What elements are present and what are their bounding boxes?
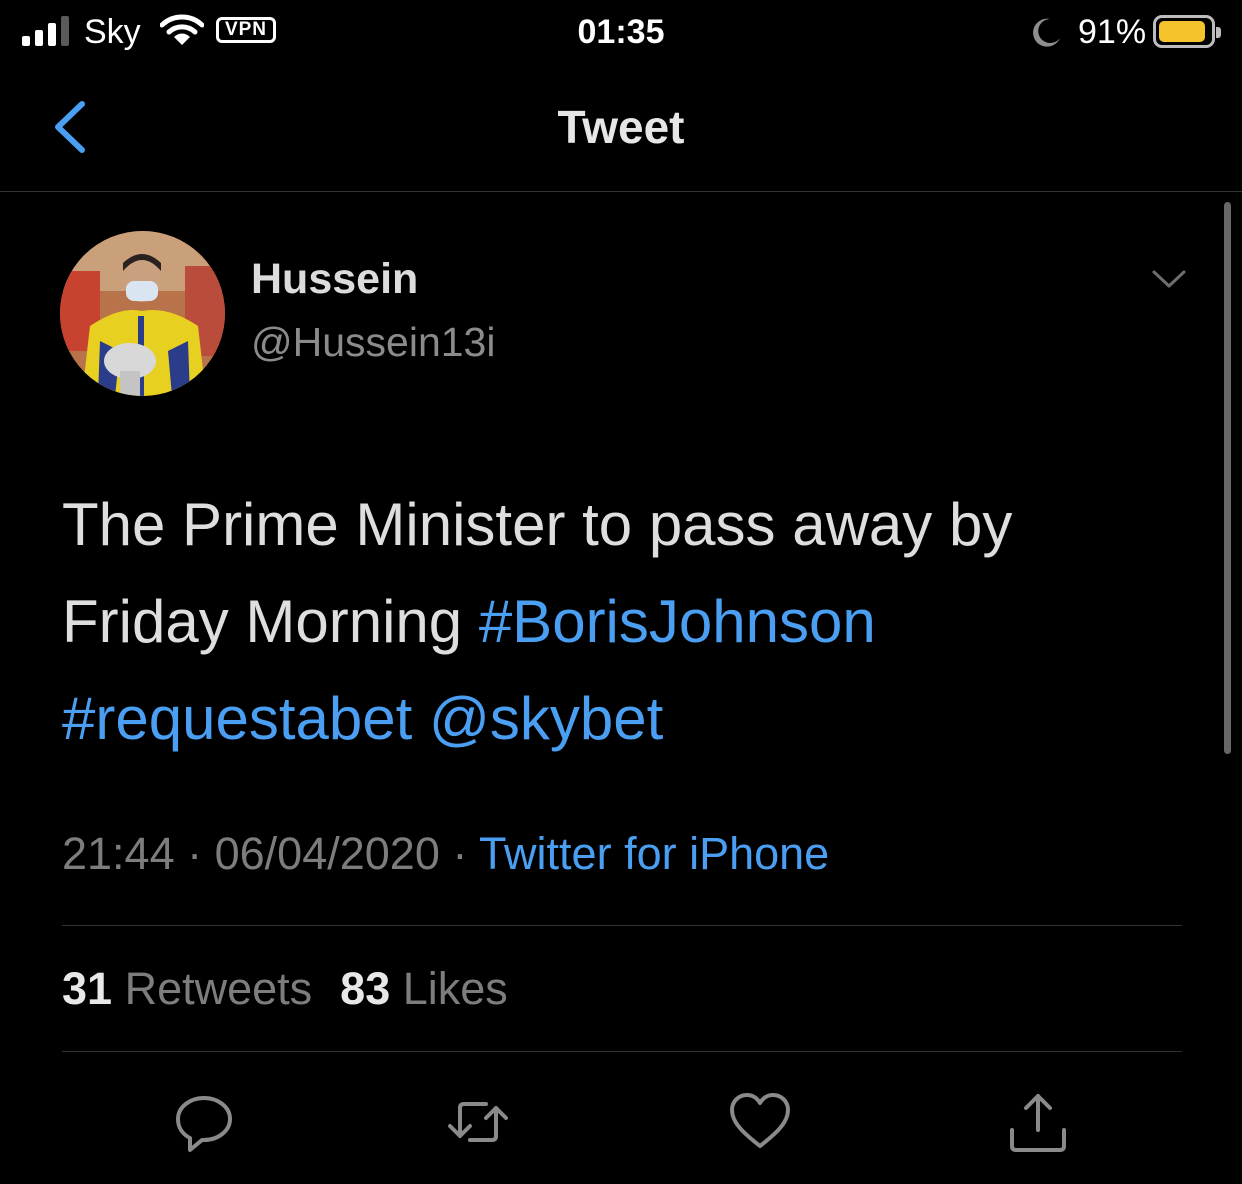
hashtag-link[interactable]: #BorisJohnson: [479, 588, 876, 655]
tweet-source-link[interactable]: Twitter for iPhone: [479, 828, 829, 879]
divider: [62, 925, 1182, 926]
hashtag-link[interactable]: #requestabet: [62, 685, 412, 752]
battery-nub: [1216, 27, 1221, 38]
battery-icon: [1153, 15, 1221, 48]
battery-percent: 91%: [1078, 13, 1147, 51]
page-title: Tweet: [557, 101, 685, 153]
retweet-icon[interactable]: [446, 1090, 510, 1154]
meta-separator: ·: [174, 828, 215, 879]
retweets-count: 31: [62, 963, 113, 1014]
chevron-down-icon[interactable]: [1150, 264, 1188, 294]
tweet-date: 06/04/2020: [214, 828, 440, 879]
meta-separator: ·: [439, 828, 480, 879]
tweet-time: 21:44: [62, 828, 175, 879]
likes-stat[interactable]: 83 Likes: [340, 963, 508, 1014]
likes-label: Likes: [402, 963, 508, 1014]
tweet-text: The Prime Minister to pass away by Frida…: [62, 476, 1182, 767]
retweets-label: Retweets: [124, 963, 313, 1014]
likes-count: 83: [340, 963, 391, 1014]
reply-icon[interactable]: [172, 1090, 236, 1154]
avatar-image: [60, 231, 225, 396]
share-icon[interactable]: [1006, 1090, 1070, 1154]
author-name[interactable]: Hussein: [251, 255, 418, 304]
tweet-meta: 21:44 · 06/04/2020 · Twitter for iPhone: [62, 828, 829, 880]
divider: [62, 1051, 1182, 1052]
nav-divider: [0, 191, 1242, 192]
retweets-stat[interactable]: 31 Retweets: [62, 963, 312, 1014]
moon-icon: [1033, 18, 1060, 47]
author-handle[interactable]: @Hussein13i: [251, 319, 495, 366]
battery-level: [1159, 21, 1205, 42]
scrollbar[interactable]: [1224, 202, 1231, 754]
heart-icon[interactable]: [728, 1090, 792, 1154]
avatar[interactable]: [60, 231, 225, 396]
status-bar: Sky VPN 01:35 91%: [0, 0, 1242, 70]
mention-link[interactable]: @skybet: [429, 685, 663, 752]
tweet-stats: 31 Retweets 83 Likes: [62, 963, 508, 1015]
